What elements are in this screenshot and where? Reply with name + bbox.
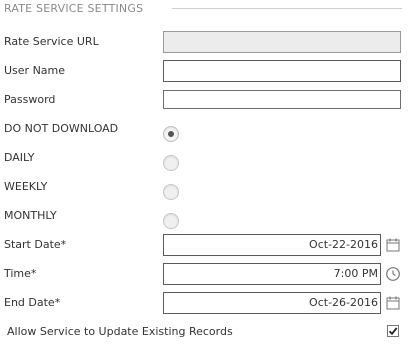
rate-service-url-field[interactable] <box>163 31 401 53</box>
user-name-label: User Name <box>4 64 66 77</box>
radio-weekly[interactable] <box>163 184 179 200</box>
rate-service-url-label: Rate Service URL <box>4 35 99 48</box>
checkmark-icon <box>388 327 398 336</box>
clock-icon[interactable] <box>385 266 401 282</box>
radio-label-monthly: MONTHLY <box>4 209 57 222</box>
radio-label-do-not-download: DO NOT DOWNLOAD <box>4 122 119 135</box>
password-field[interactable] <box>163 90 401 109</box>
section-title: RATE SERVICE SETTINGS <box>4 2 144 15</box>
end-date-label: End Date* <box>4 296 61 309</box>
password-label: Password <box>4 93 56 106</box>
calendar-icon[interactable] <box>385 295 401 311</box>
user-name-field[interactable] <box>163 60 401 82</box>
section-divider <box>172 8 402 9</box>
start-date-field[interactable]: Oct-22-2016 <box>163 234 381 256</box>
end-date-field[interactable]: Oct-26-2016 <box>163 292 381 314</box>
start-date-label: Start Date* <box>4 238 67 251</box>
radio-do-not-download[interactable] <box>163 126 179 142</box>
radio-selected-dot <box>168 131 174 137</box>
allow-update-label: Allow Service to Update Existing Records <box>7 325 233 338</box>
allow-update-checkbox[interactable] <box>387 325 399 337</box>
radio-label-daily: DAILY <box>4 151 35 164</box>
calendar-icon[interactable] <box>385 237 401 253</box>
radio-label-weekly: WEEKLY <box>4 180 48 193</box>
time-label: Time* <box>4 267 37 280</box>
time-field[interactable]: 7:00 PM <box>163 263 381 285</box>
radio-daily[interactable] <box>163 155 179 171</box>
radio-monthly[interactable] <box>163 213 179 229</box>
